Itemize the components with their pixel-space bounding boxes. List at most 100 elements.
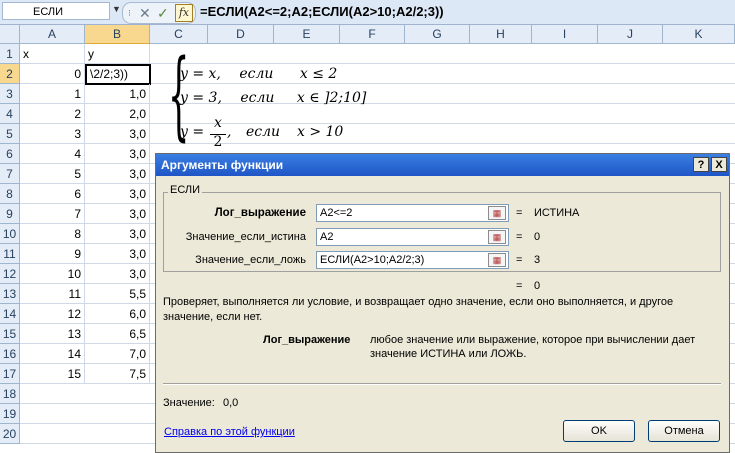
cell-b11[interactable]: 3,0 <box>85 244 150 264</box>
cell-a5[interactable]: 3 <box>20 124 85 144</box>
arg-2-collapse-icon[interactable]: ▦ <box>488 230 506 244</box>
arg-1-input[interactable]: A2<=2 <box>316 204 509 222</box>
row-header-2[interactable]: 2 <box>0 64 20 84</box>
formula-buttons: ⁝ ✕ ✓ fx <box>122 2 196 24</box>
total-result: 0 <box>534 280 541 292</box>
equation-line-3: y = <box>180 124 204 140</box>
arg-3-name: Значение_если_ложь <box>195 254 306 266</box>
cell-b9[interactable]: 3,0 <box>85 204 150 224</box>
column-header-i[interactable]: I <box>532 25 598 44</box>
arg-1-result: ИСТИНА <box>534 207 580 219</box>
row-header-1[interactable]: 1 <box>0 44 20 64</box>
cell-a7[interactable]: 5 <box>20 164 85 184</box>
cell-b12[interactable]: 3,0 <box>85 264 150 284</box>
arg-1-collapse-icon[interactable]: ▦ <box>488 206 506 220</box>
cell-a10[interactable]: 8 <box>20 224 85 244</box>
description-line-1: Проверяет, выполняется ли условие, и воз… <box>163 296 674 308</box>
row-header-5[interactable]: 5 <box>0 124 20 144</box>
row-header-14[interactable]: 14 <box>0 304 20 324</box>
total-eq: = <box>516 280 523 292</box>
eq3-word: если <box>246 124 281 140</box>
enter-formula-button[interactable]: ✓ <box>157 3 169 23</box>
row-header-7[interactable]: 7 <box>0 164 20 184</box>
column-header-k[interactable]: K <box>663 25 735 44</box>
cell-b14[interactable]: 6,0 <box>85 304 150 324</box>
insert-function-button[interactable]: fx <box>175 4 193 22</box>
cell-b1[interactable]: y <box>85 44 150 64</box>
row-header-4[interactable]: 4 <box>0 104 20 124</box>
name-box[interactable]: ЕСЛИ <box>2 2 110 20</box>
row-header-13[interactable]: 13 <box>0 284 20 304</box>
row-header-18[interactable]: 18 <box>0 384 20 404</box>
cell-a16[interactable]: 14 <box>20 344 85 364</box>
cell-b13[interactable]: 5,5 <box>85 284 150 304</box>
row-header-10[interactable]: 10 <box>0 224 20 244</box>
row-header-9[interactable]: 9 <box>0 204 20 224</box>
cell-b5[interactable]: 3,0 <box>85 124 150 144</box>
cell-a6[interactable]: 4 <box>20 144 85 164</box>
column-header-b[interactable]: B <box>85 25 150 44</box>
cell-a8[interactable]: 6 <box>20 184 85 204</box>
column-header-g[interactable]: G <box>405 25 470 44</box>
column-header-e[interactable]: E <box>274 25 340 44</box>
formula-input[interactable]: =ЕСЛИ(A2<=2;A2;ЕСЛИ(A2>10;A2/2;3)) <box>200 0 444 24</box>
cell-a15[interactable]: 13 <box>20 324 85 344</box>
eq1-cond: x ≤ 2 <box>299 66 338 82</box>
cell-a14[interactable]: 12 <box>20 304 85 324</box>
row-header-19[interactable]: 19 <box>0 404 20 424</box>
close-button[interactable]: X <box>711 157 727 172</box>
row-header-3[interactable]: 3 <box>0 84 20 104</box>
cell-b16[interactable]: 7,0 <box>85 344 150 364</box>
column-header-h[interactable]: H <box>470 25 532 44</box>
ok-button[interactable]: OK <box>563 420 635 442</box>
cell-a2[interactable]: 0 <box>20 64 85 84</box>
arg-2-eq: = <box>516 231 523 243</box>
row-header-16[interactable]: 16 <box>0 344 20 364</box>
arg-3-eq: = <box>516 254 523 266</box>
cell-a11[interactable]: 9 <box>20 244 85 264</box>
row-header-8[interactable]: 8 <box>0 184 20 204</box>
row-header-11[interactable]: 11 <box>0 244 20 264</box>
cell-a12[interactable]: 10 <box>20 264 85 284</box>
cell-a13[interactable]: 11 <box>20 284 85 304</box>
column-header-d[interactable]: D <box>208 25 274 44</box>
cell-b17[interactable]: 7,5 <box>85 364 150 384</box>
cell-b4[interactable]: 2,0 <box>85 104 150 124</box>
row-header-6[interactable]: 6 <box>0 144 20 164</box>
cell-b7[interactable]: 3,0 <box>85 164 150 184</box>
cell-a1[interactable]: x <box>20 44 85 64</box>
cell-b10[interactable]: 3,0 <box>85 224 150 244</box>
row-header-15[interactable]: 15 <box>0 324 20 344</box>
cancel-formula-button[interactable]: ✕ <box>139 3 151 23</box>
help-link[interactable]: Справка по этой функции <box>164 426 295 438</box>
arg-3-input[interactable]: ЕСЛИ(A2>10;A2/2;3) <box>316 251 509 269</box>
cell-b6[interactable]: 3,0 <box>85 144 150 164</box>
name-box-dropdown-icon[interactable]: ▼ <box>112 4 121 14</box>
function-arguments-dialog: Аргументы функции ? X ЕСЛИ Лог_выражение… <box>155 153 730 453</box>
help-button[interactable]: ? <box>693 157 709 172</box>
arg-3-result: 3 <box>534 254 541 266</box>
eq2-word: если <box>240 90 275 106</box>
arg-3-collapse-icon[interactable]: ▦ <box>488 253 506 267</box>
cell-b8[interactable]: 3,0 <box>85 184 150 204</box>
row-header-17[interactable]: 17 <box>0 364 20 384</box>
arg-2-input[interactable]: A2 <box>316 228 509 246</box>
cell-a3[interactable]: 1 <box>20 84 85 104</box>
cancel-button[interactable]: Отмена <box>648 420 720 442</box>
column-header-j[interactable]: J <box>598 25 663 44</box>
eq1-word: если <box>239 66 274 82</box>
cell-a4[interactable]: 2 <box>20 104 85 124</box>
cell-b3[interactable]: 1,0 <box>85 84 150 104</box>
row-header-12[interactable]: 12 <box>0 264 20 284</box>
select-all-corner[interactable] <box>0 25 20 44</box>
cell-a9[interactable]: 7 <box>20 204 85 224</box>
cell-b15[interactable]: 6,5 <box>85 324 150 344</box>
cell-b2-editing[interactable]: \2/2;3)) <box>85 64 151 85</box>
cell-a17[interactable]: 15 <box>20 364 85 384</box>
row-header-20[interactable]: 20 <box>0 424 20 444</box>
column-header-a[interactable]: A <box>20 25 85 44</box>
eq3-cond: x > 10 <box>297 124 344 140</box>
eq3-denominator: 2 <box>213 134 223 150</box>
more-icon: ⁝ <box>128 8 131 18</box>
column-header-f[interactable]: F <box>340 25 405 44</box>
